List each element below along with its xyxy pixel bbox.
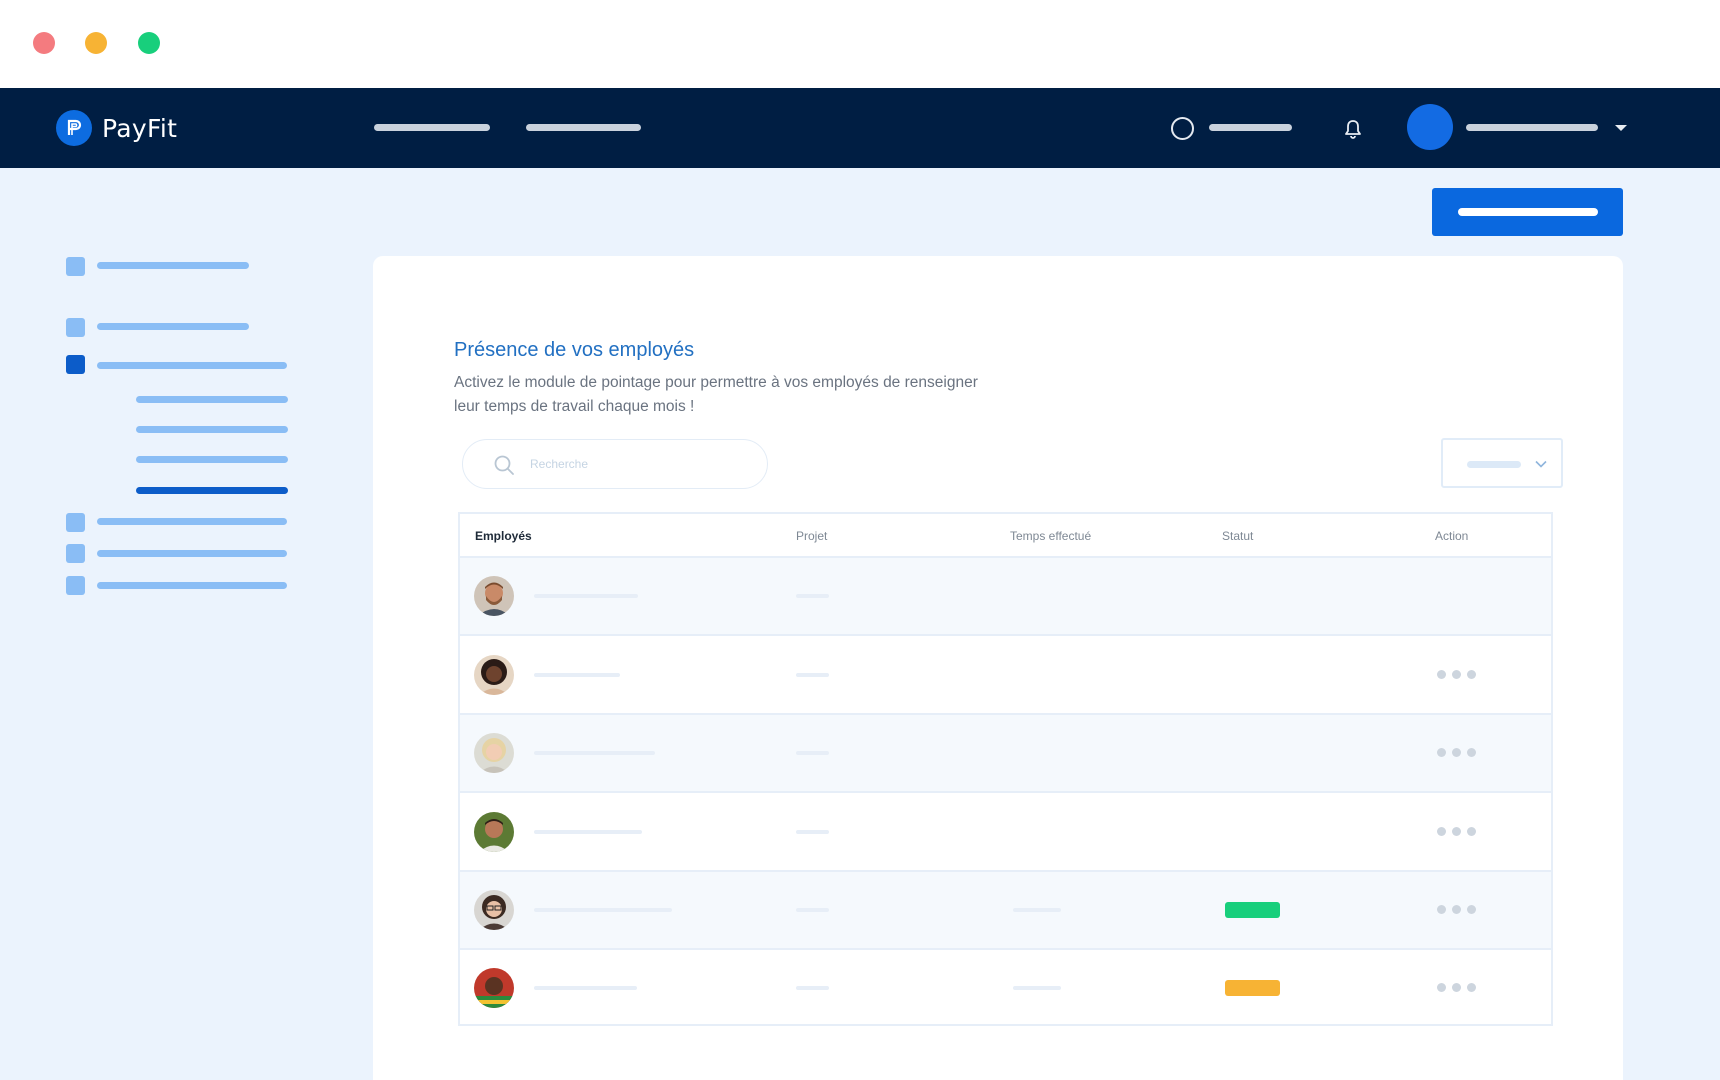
employee-name-placeholder	[534, 829, 642, 834]
project-placeholder	[796, 594, 829, 598]
sidebar-item-4[interactable]	[97, 518, 287, 525]
page-title: Présence de vos employés	[454, 339, 695, 361]
sidebar-item-5[interactable]	[97, 550, 287, 557]
top-navbar: PayFit	[0, 88, 1720, 168]
time-placeholder	[1013, 908, 1061, 912]
window-minimize-button[interactable]	[85, 32, 107, 54]
sidebar-item-2-icon[interactable]	[66, 318, 85, 337]
table-row[interactable]	[460, 872, 1551, 950]
search-input[interactable]	[530, 454, 750, 474]
employee-avatar-2	[474, 654, 514, 695]
sidebar-item-3-icon[interactable]	[66, 355, 85, 374]
sidebar-item-3[interactable]	[97, 362, 287, 369]
employee-avatar-3	[474, 733, 514, 773]
sidebar-subitem-2[interactable]	[136, 426, 288, 433]
table-row[interactable]	[460, 715, 1551, 793]
employee-name-placeholder	[534, 672, 620, 677]
page-subtitle: Activez le module de pointage pour perme…	[454, 371, 1014, 419]
help-label[interactable]	[1209, 124, 1292, 131]
status-badge-green	[1225, 902, 1280, 918]
employees-table: Employés Projet Temps effectué Statut Ac…	[458, 512, 1553, 1026]
sidebar-subitem-1[interactable]	[136, 396, 288, 403]
circle-icon[interactable]	[1171, 117, 1194, 140]
user-name-placeholder[interactable]	[1466, 124, 1598, 131]
status-badge-yellow	[1225, 980, 1280, 996]
sidebar-item-5-icon[interactable]	[66, 544, 85, 563]
employee-avatar-6	[474, 968, 514, 1008]
chevron-down-icon	[1535, 460, 1547, 468]
brand-logo[interactable]: PayFit	[56, 110, 177, 146]
employee-avatar-5	[474, 890, 514, 930]
table-header: Employés Projet Temps effectué Statut Ac…	[460, 514, 1551, 558]
column-header-status[interactable]: Statut	[1222, 529, 1253, 543]
time-placeholder	[1013, 986, 1061, 990]
primary-action-label-placeholder	[1457, 208, 1598, 216]
sidebar-item-4-icon[interactable]	[66, 513, 85, 532]
table-row[interactable]	[460, 950, 1551, 1026]
nav-link-1[interactable]	[374, 124, 490, 131]
project-placeholder	[796, 672, 829, 677]
project-placeholder	[796, 829, 829, 834]
employee-name-placeholder	[534, 908, 672, 912]
window-maximize-button[interactable]	[138, 32, 160, 54]
primary-action-button[interactable]	[1432, 188, 1623, 236]
table-row[interactable]	[460, 793, 1551, 872]
filter-value-placeholder	[1467, 461, 1521, 468]
row-actions-menu-icon[interactable]	[1437, 905, 1476, 914]
employee-avatar-1	[474, 576, 514, 616]
search-icon	[494, 455, 514, 475]
employee-name-placeholder	[534, 594, 638, 598]
search-box[interactable]	[462, 439, 768, 489]
filter-dropdown[interactable]	[1441, 438, 1563, 488]
nav-link-2[interactable]	[526, 124, 641, 131]
page-subtitle-line-2: leur temps de travail chaque mois !	[454, 398, 695, 415]
sidebar-item-6-icon[interactable]	[66, 576, 85, 595]
column-header-action[interactable]: Action	[1435, 529, 1468, 543]
avatar[interactable]	[1407, 104, 1453, 150]
bell-icon[interactable]	[1342, 118, 1364, 140]
row-actions-menu-icon[interactable]	[1437, 669, 1476, 679]
sidebar-item-1[interactable]	[97, 262, 249, 269]
employee-name-placeholder	[534, 751, 655, 755]
sidebar-item-2[interactable]	[97, 323, 249, 330]
brand-name: PayFit	[102, 113, 178, 143]
table-row[interactable]	[460, 636, 1551, 715]
project-placeholder	[796, 908, 829, 912]
row-actions-menu-icon[interactable]	[1437, 748, 1476, 757]
sidebar-subitem-3[interactable]	[136, 456, 288, 463]
window-titlebar	[0, 0, 1720, 88]
employee-avatar-4	[474, 811, 514, 852]
caret-down-icon[interactable]	[1615, 125, 1627, 131]
employee-name-placeholder	[534, 986, 637, 990]
row-actions-menu-icon[interactable]	[1437, 983, 1476, 992]
project-placeholder	[796, 986, 829, 990]
sidebar-subitem-4-active[interactable]	[136, 487, 288, 494]
sidebar-item-1-icon[interactable]	[66, 257, 85, 276]
project-placeholder	[796, 751, 829, 755]
column-header-employees[interactable]: Employés	[475, 529, 532, 543]
payfit-logo-icon	[56, 110, 92, 146]
column-header-project[interactable]: Projet	[796, 529, 827, 543]
sidebar-item-6[interactable]	[97, 582, 287, 589]
table-row[interactable]	[460, 558, 1551, 636]
page-subtitle-line-1: Activez le module de pointage pour perme…	[454, 374, 978, 391]
row-actions-menu-icon[interactable]	[1437, 826, 1476, 836]
window-close-button[interactable]	[33, 32, 55, 54]
column-header-time[interactable]: Temps effectué	[1010, 529, 1091, 543]
